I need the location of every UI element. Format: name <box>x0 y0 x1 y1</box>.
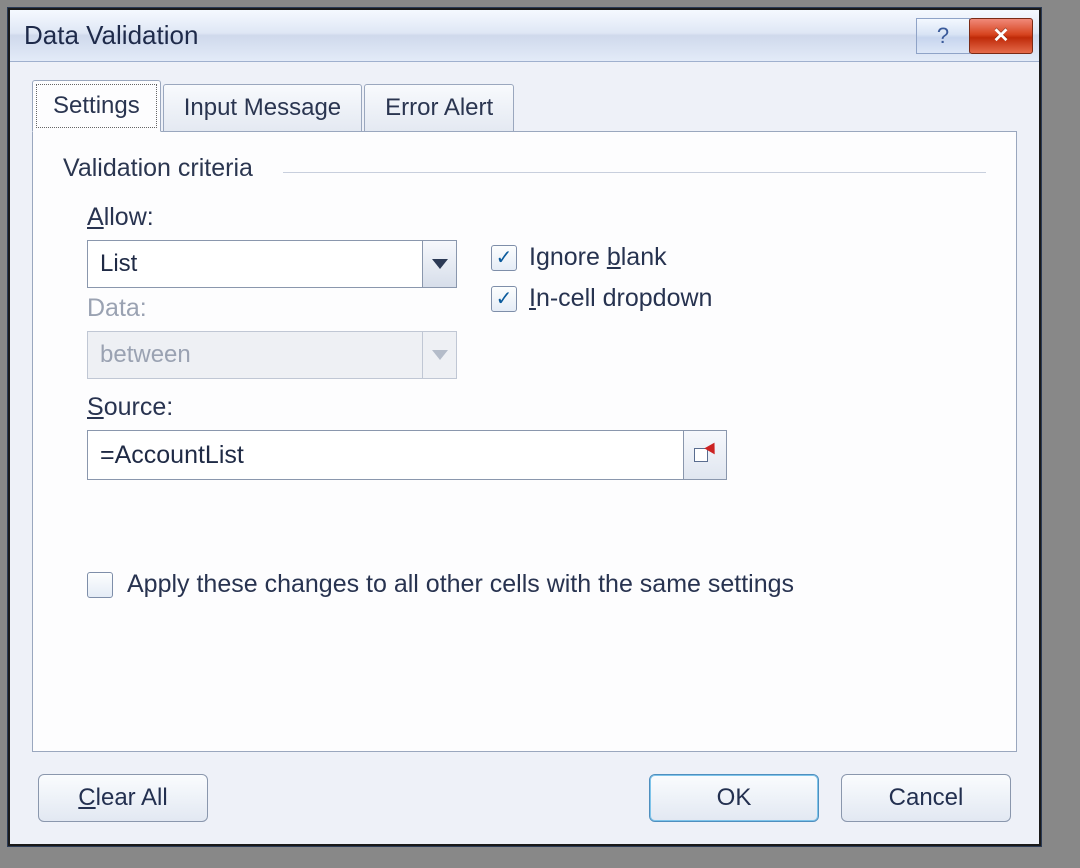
dialog-body: Settings Input Message Error Alert Valid… <box>10 62 1039 844</box>
help-icon: ? <box>937 23 949 49</box>
dialog-title: Data Validation <box>24 20 917 51</box>
source-refedit-button[interactable] <box>683 430 727 480</box>
apply-to-all-label: Apply these changes to all other cells w… <box>127 570 794 599</box>
check-icon: ✓ <box>496 289 513 309</box>
chevron-down-icon <box>432 350 448 360</box>
data-combo <box>87 331 457 379</box>
source-input[interactable] <box>87 430 683 480</box>
tab-error-alert[interactable]: Error Alert <box>364 84 514 132</box>
refedit-icon <box>694 444 716 466</box>
apply-to-all-row[interactable]: ✓ Apply these changes to all other cells… <box>87 570 986 599</box>
group-separator <box>283 172 986 173</box>
cancel-button[interactable]: Cancel <box>841 774 1011 822</box>
data-dropdown-button <box>422 331 457 379</box>
tab-error-alert-label: Error Alert <box>385 94 493 122</box>
incell-dropdown-row[interactable]: ✓ In-cell dropdown <box>491 284 712 313</box>
tab-settings[interactable]: Settings <box>32 80 161 132</box>
ignore-blank-row[interactable]: ✓ Ignore blank <box>491 243 712 272</box>
chevron-down-icon <box>432 259 448 269</box>
apply-to-all-checkbox[interactable]: ✓ <box>87 572 113 598</box>
source-label: Source: <box>87 393 986 422</box>
allow-combo[interactable] <box>87 240 457 288</box>
ok-label: OK <box>717 784 752 812</box>
dialog-footer: Clear All OK Cancel <box>32 752 1017 826</box>
title-buttons: ? ✕ <box>917 18 1033 54</box>
ignore-blank-label: Ignore blank <box>529 243 667 272</box>
tab-input-message[interactable]: Input Message <box>163 84 362 132</box>
incell-dropdown-checkbox[interactable]: ✓ <box>491 286 517 312</box>
data-validation-dialog: Data Validation ? ✕ Settings Input Messa… <box>8 8 1041 846</box>
data-label: Data: <box>87 294 457 323</box>
form-area: Allow: Data: <box>63 183 986 599</box>
cancel-label: Cancel <box>889 784 964 812</box>
titlebar[interactable]: Data Validation ? ✕ <box>10 10 1039 62</box>
allow-dropdown-button[interactable] <box>422 240 457 288</box>
group-label: Validation criteria <box>63 154 986 183</box>
settings-panel: Validation criteria Allow: <box>32 131 1017 752</box>
options-column: ✓ Ignore blank ✓ In-cell dropdown <box>491 197 712 313</box>
incell-dropdown-label: In-cell dropdown <box>529 284 712 313</box>
source-box[interactable] <box>87 430 727 480</box>
tab-settings-label: Settings <box>53 92 140 120</box>
check-icon: ✓ <box>496 248 513 268</box>
ok-button[interactable]: OK <box>649 774 819 822</box>
clear-all-button[interactable]: Clear All <box>38 774 208 822</box>
data-input <box>87 331 422 379</box>
tab-input-message-label: Input Message <box>184 94 341 122</box>
group-label-text: Validation criteria <box>63 154 253 182</box>
close-icon: ✕ <box>993 23 1010 48</box>
allow-input[interactable] <box>87 240 422 288</box>
tabs: Settings Input Message Error Alert <box>32 80 1017 132</box>
help-button[interactable]: ? <box>916 18 970 54</box>
ignore-blank-checkbox[interactable]: ✓ <box>491 245 517 271</box>
close-button[interactable]: ✕ <box>969 18 1033 54</box>
allow-label: Allow: <box>87 203 457 232</box>
